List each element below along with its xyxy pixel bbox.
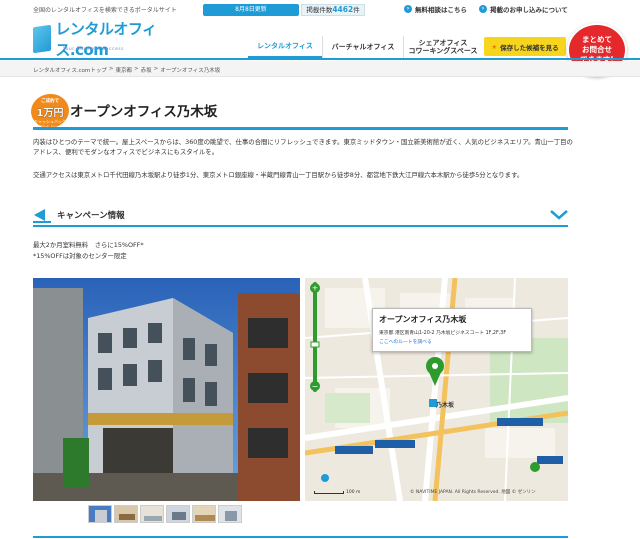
page-title: オープンオフィス乃木坂 (70, 104, 218, 120)
popup-title: オープンオフィス乃木坂 (379, 315, 467, 324)
description-paragraph-1: 内装はひとつのテーマで統一。屋上スペースからは、360度の眺望で、仕事の合間にリ… (33, 138, 573, 156)
breadcrumb-home[interactable]: レンタルオフィス.comトップ (33, 66, 107, 74)
map-scale: 100 m (314, 490, 360, 495)
thumbnail-room[interactable] (140, 505, 164, 523)
breadcrumb-tokyo[interactable]: 東京都 (116, 66, 133, 74)
building-photo[interactable] (33, 278, 300, 501)
saved-candidates-button[interactable]: ★ 保存した候補を見る (484, 37, 566, 56)
section-divider (33, 536, 568, 538)
breadcrumb-separator: > (108, 66, 114, 72)
breadcrumb-separator: > (153, 66, 159, 72)
svg-text:−: − (312, 382, 319, 391)
photo-thumbnails (88, 505, 242, 523)
nav-share-office[interactable]: シェアオフィス コワーキングスペース (404, 36, 482, 58)
count-value: 4462 (332, 5, 354, 14)
megaphone-icon (33, 209, 51, 223)
badge-main: 1万円 (36, 108, 64, 119)
title-underline (33, 127, 568, 130)
star-icon: ★ (491, 42, 498, 51)
breadcrumb-separator: > (134, 66, 139, 72)
campaign-title: キャンペーン情報 (57, 211, 125, 221)
apply-listing-link[interactable]: › 掲載のお申し込みについて (479, 4, 568, 14)
cashback-badge[interactable]: ご成約で 1万円 キャッシュバックClick Here (28, 91, 72, 131)
free-consult-link[interactable]: › 無料相談はこちら (404, 4, 467, 14)
arrow-icon: › (404, 5, 412, 13)
nav-virtual-office[interactable]: バーチャルオフィス (323, 36, 403, 58)
saved-candidates-label: 保存した候補を見る (500, 43, 559, 52)
route-link[interactable]: ここへのルートを調べる (379, 338, 525, 345)
site-logo[interactable]: レンタルオフィス.com Your Business Success (33, 20, 173, 59)
logo-text: レンタルオフィス.com (55, 20, 157, 59)
thumbnail-exterior[interactable] (88, 505, 112, 523)
building-photo-image (33, 278, 300, 501)
thumbnail-room[interactable] (114, 505, 138, 523)
thumbnail-room[interactable] (192, 505, 216, 523)
map-zoom-control[interactable]: + − (310, 282, 320, 392)
cube-logo-icon (33, 24, 52, 54)
breadcrumb-akasaka[interactable]: 赤坂 (141, 66, 152, 74)
breadcrumb-current: オープンオフィス乃木坂 (160, 68, 221, 74)
svg-text:+: + (312, 284, 319, 293)
nav-rental-office[interactable]: レンタルオフィス (248, 36, 322, 58)
description-paragraph-2: 交通アクセスは東京メトロ千代田線乃木坂駅より徒歩1分、東京メトロ銀座線・半蔵門線… (33, 171, 524, 179)
top-bar: 全国のレンタルオフィスを検索できるポータルサイト 8月8日更新 掲載件数4462… (0, 0, 640, 18)
update-date-badge: 8月8日更新 (203, 4, 299, 16)
arrow-icon: › (479, 5, 487, 13)
apply-listing-label: 掲載のお申し込みについて (490, 6, 568, 14)
thumbnail-room[interactable] (166, 505, 190, 523)
chevron-down-icon[interactable] (549, 208, 569, 220)
map-info-popup: オープンオフィス乃木坂 東京都 港区南青山1-20-2 乃木坂ビジネスコート 1… (372, 308, 532, 352)
campaign-line-1: 最大2か月室料無料 さらに15%OFF* (33, 241, 144, 249)
badge-sub1: キャッシュバック (34, 119, 66, 124)
scale-label: 100 m (346, 490, 361, 495)
popup-address: 東京都 港区南青山1-20-2 乃木坂ビジネスコート 1F,2F,3F (379, 331, 507, 336)
main-nav: レンタルオフィス バーチャルオフィス シェアオフィス コワーキングスペース (248, 36, 482, 58)
map-copyright: © NAVITIME JAPAN. All Rights Reserved. 地… (410, 490, 536, 495)
thumbnail-room[interactable] (218, 505, 242, 523)
count-unit: 件 (353, 6, 360, 14)
breadcrumb: レンタルオフィス.comトップ > 東京都 > 赤坂 > オープンオフィス乃木坂 (33, 66, 220, 74)
free-consult-label: 無料相談はこちら (415, 6, 467, 14)
campaign-underline (33, 225, 568, 227)
campaign-line-2: *15%OFFは対象のセンター限定 (33, 252, 127, 260)
logo-subtitle: Your Business Success (63, 47, 124, 52)
listing-count: 掲載件数4462件 (301, 4, 365, 16)
station-label: 乃木坂 (436, 402, 455, 409)
scale-bar (314, 491, 344, 494)
count-label: 掲載件数 (306, 6, 333, 14)
site-tagline: 全国のレンタルオフィスを検索できるポータルサイト (33, 7, 177, 14)
nav-underline (0, 58, 640, 60)
